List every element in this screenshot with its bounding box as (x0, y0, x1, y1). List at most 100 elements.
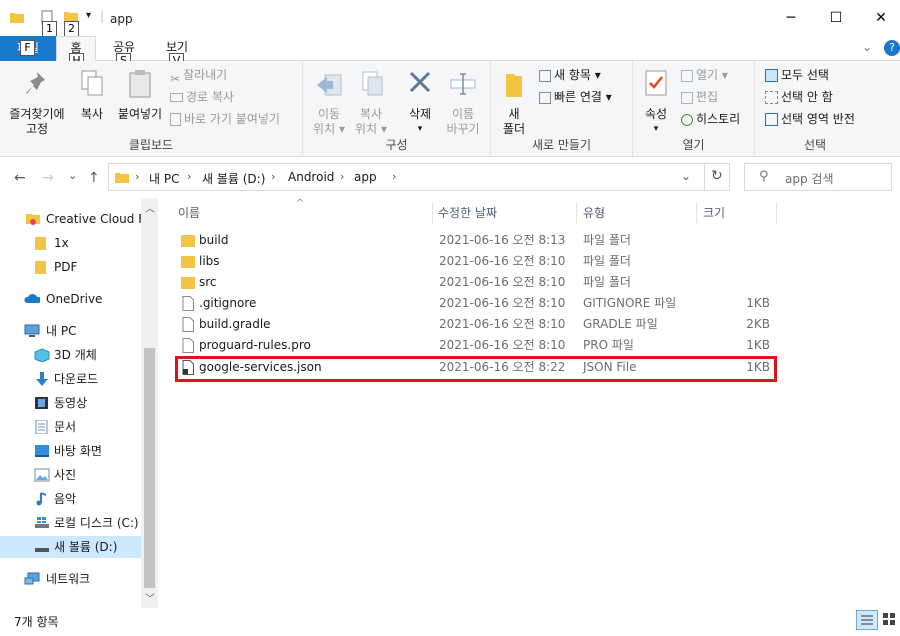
music-note-icon (36, 492, 47, 506)
nav-item-documents[interactable]: 문서 (0, 416, 141, 438)
nav-item-pictures[interactable]: 사진 (0, 464, 141, 486)
nav-scrollbar-thumb[interactable] (144, 348, 155, 588)
nav-item-local-disk-c[interactable]: 로컬 디스크 (C:) (0, 512, 141, 534)
history-icon (681, 113, 693, 126)
nav-item-desktop[interactable]: 바탕 화면 (0, 440, 141, 462)
easy-access-button[interactable]: 빠른 연결 ▾ (539, 87, 612, 107)
column-divider[interactable] (696, 202, 697, 224)
column-header-size[interactable]: 크기 (703, 204, 725, 221)
file-row-build[interactable]: build 2021-06-16 오전 8:13 파일 폴더 (174, 230, 778, 251)
delete-button[interactable]: 삭제 ▾ (401, 69, 439, 137)
file-name: build.gradle (199, 317, 271, 331)
history-button[interactable]: 히스토리 (681, 109, 740, 129)
nav-item-onedrive[interactable]: OneDrive (0, 288, 141, 310)
nav-item-label: 다운로드 (54, 372, 99, 386)
copy-to-label-2: 위치 ▾ (355, 122, 387, 136)
title-bar: 1 2 ▾ | app ─ ☐ ✕ (0, 0, 900, 37)
file-type: GRADLE 파일 (583, 317, 658, 331)
breadcrumb-android[interactable]: Android (288, 170, 334, 184)
column-header-type[interactable]: 유형 (583, 204, 605, 221)
nav-scrollbar[interactable]: ︿ ﹀ (141, 198, 158, 608)
copy-path-button[interactable]: 경로 복사 (170, 87, 234, 107)
edit-button[interactable]: 편집 (681, 87, 718, 107)
customize-toolbar-icon[interactable]: ▾ (86, 10, 91, 21)
3d-objects-icon (34, 348, 50, 362)
window-title: app (110, 12, 133, 26)
pin-label-2: 고정 (25, 122, 49, 136)
group-clipboard-label: 클립보드 (128, 138, 174, 152)
nav-item-label: 네트워크 (46, 572, 91, 586)
invert-selection-button[interactable]: 선택 영역 반전 (765, 109, 855, 129)
title-divider: | (100, 9, 105, 23)
minimize-button[interactable]: ─ (781, 8, 801, 28)
nav-item-downloads[interactable]: 다운로드 (0, 368, 141, 390)
details-view-button[interactable] (856, 610, 878, 630)
new-item-button[interactable]: 새 항목 ▾ (539, 65, 601, 85)
search-box[interactable]: ⚲ app 검색 (744, 163, 892, 191)
cut-button[interactable]: ✂ 잘라내기 (170, 65, 227, 86)
open-button[interactable]: 열기 ▾ (681, 65, 728, 85)
paste-shortcut-label: 바로 가기 붙여넣기 (184, 112, 280, 126)
file-type: GITIGNORE 파일 (583, 296, 677, 310)
column-header-date[interactable]: 수정한 날짜 (438, 204, 497, 221)
large-icons-view-button[interactable] (880, 610, 900, 630)
new-folder-button[interactable]: 새 폴더 (497, 69, 531, 137)
address-dropdown-icon[interactable]: ⌄ (681, 169, 691, 183)
nav-item-creative-cloud[interactable]: Creative Cloud Fil (0, 208, 141, 230)
nav-item-pdf[interactable]: PDF (0, 256, 141, 278)
maximize-button[interactable]: ☐ (826, 8, 846, 28)
file-type: 파일 폴더 (583, 275, 631, 289)
paste-button[interactable]: 붙여넣기 (114, 69, 166, 122)
address-bar[interactable]: › 내 PC › 새 볼륨 (D:) › Android › app › ⌄ ↻ (108, 163, 730, 191)
nav-item-1x[interactable]: 1x (0, 232, 141, 254)
up-button[interactable]: ↑ (88, 170, 100, 186)
column-divider[interactable] (776, 202, 777, 224)
breadcrumb-this-pc[interactable]: 내 PC (149, 170, 179, 187)
scroll-down-icon[interactable]: ﹀ (145, 590, 155, 605)
collapse-ribbon-icon[interactable]: ⌄ (862, 40, 872, 54)
help-icon[interactable]: ? (884, 40, 900, 56)
breadcrumb-app[interactable]: app (354, 170, 377, 184)
copy-path-icon (170, 93, 183, 102)
nav-item-this-pc[interactable]: 내 PC (0, 320, 141, 342)
forward-button[interactable]: → (42, 170, 54, 186)
ribbon: 즐겨찾기에 고정 복사 붙여넣기 ✂ 잘라내기 경로 복사 바로 가기 붙여넣기 … (0, 61, 900, 157)
refresh-icon[interactable]: ↻ (711, 168, 723, 184)
nav-item-3d-objects[interactable]: 3D 개체 (0, 344, 141, 366)
file-date: 2021-06-16 오전 8:13 (439, 233, 566, 247)
document-icon (35, 420, 48, 434)
copy-button[interactable]: 복사 (72, 69, 112, 122)
pin-quick-access-button[interactable]: 즐겨찾기에 고정 (6, 69, 68, 137)
properties-button[interactable]: 속성 ▾ (637, 69, 675, 137)
file-row-build-gradle[interactable]: build.gradle 2021-06-16 오전 8:10 GRADLE 파… (174, 314, 778, 335)
close-button[interactable]: ✕ (871, 8, 891, 28)
column-divider[interactable] (576, 202, 577, 224)
scroll-up-icon[interactable]: ︿ (145, 200, 155, 215)
invert-selection-icon (765, 113, 778, 126)
file-row-proguard[interactable]: proguard-rules.pro 2021-06-16 오전 8:10 PR… (174, 335, 778, 356)
open-label: 열기 (696, 68, 719, 82)
breadcrumb-separator: › (187, 170, 192, 183)
nav-item-music[interactable]: 음악 (0, 488, 141, 510)
paste-shortcut-button[interactable]: 바로 가기 붙여넣기 (170, 109, 280, 129)
select-none-button[interactable]: 선택 안 함 (765, 87, 833, 107)
column-header-name[interactable]: 이름 (178, 204, 200, 221)
select-all-button[interactable]: 모두 선택 (765, 65, 829, 85)
new-folder-icon (506, 74, 522, 97)
breadcrumb-drive-d[interactable]: 새 볼륨 (D:) (202, 170, 265, 187)
nav-item-volume-d[interactable]: 새 볼륨 (D:) (0, 536, 141, 558)
file-row-libs[interactable]: libs 2021-06-16 오전 8:10 파일 폴더 (174, 251, 778, 272)
search-placeholder: app 검색 (785, 172, 834, 186)
nav-item-videos[interactable]: 동영상 (0, 392, 141, 414)
properties-label: 속성 (644, 107, 668, 121)
back-button[interactable]: ← (14, 170, 26, 186)
move-to-button[interactable]: 이동 위치 ▾ (309, 69, 349, 137)
file-row-gitignore[interactable]: .gitignore 2021-06-16 오전 8:10 GITIGNORE … (174, 293, 778, 314)
column-divider[interactable] (432, 202, 433, 224)
copy-to-button[interactable]: 복사 위치 ▾ (351, 69, 391, 137)
copy-label: 복사 (80, 107, 104, 121)
rename-button[interactable]: 이름 바꾸기 (441, 69, 485, 137)
nav-item-network[interactable]: 네트워크 (0, 568, 141, 590)
file-row-src[interactable]: src 2021-06-16 오전 8:10 파일 폴더 (174, 272, 778, 293)
recent-locations-button[interactable]: ⌄ (68, 169, 77, 182)
